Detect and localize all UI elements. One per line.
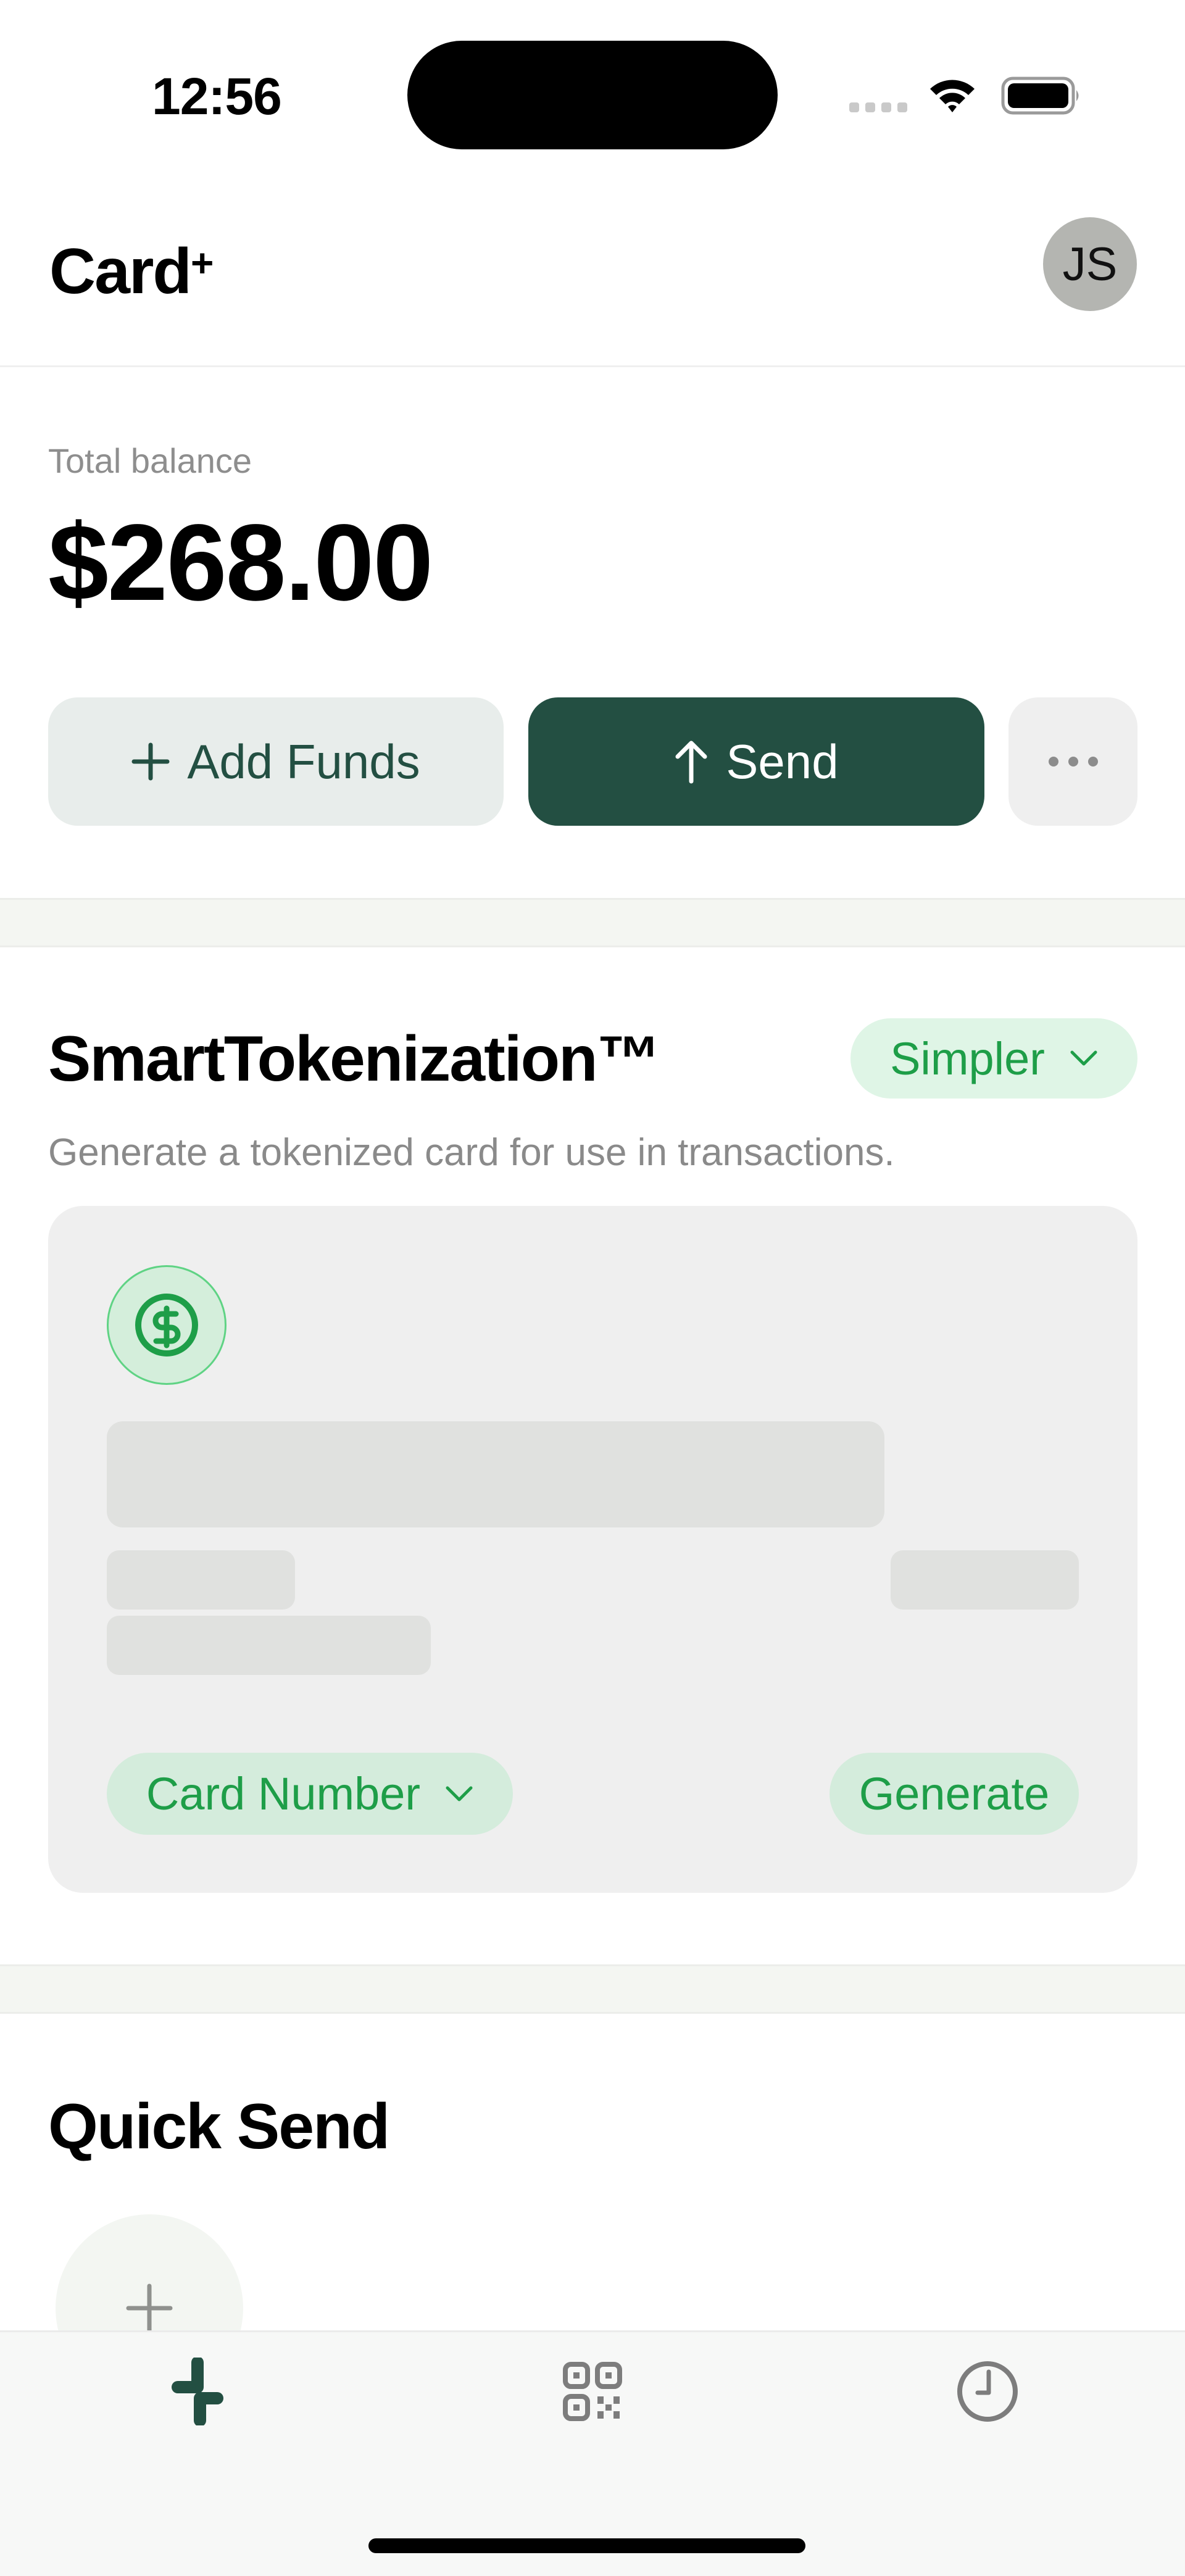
- balance-amount: $268.00: [48, 502, 433, 623]
- balance-label: Total balance: [48, 441, 252, 480]
- generate-label: Generate: [859, 1768, 1050, 1819]
- dollar-circle-icon: [107, 1265, 227, 1385]
- app-logo: Card+: [49, 231, 214, 312]
- card-label-placeholder: [107, 1550, 295, 1610]
- card-expiry-placeholder: [891, 1550, 1079, 1610]
- send-button[interactable]: Send: [528, 697, 984, 826]
- app-logo-plus: +: [190, 241, 214, 285]
- card-type-value: Card Number: [146, 1768, 421, 1819]
- plus-icon: [126, 2283, 173, 2333]
- card-type-selector[interactable]: Card Number: [107, 1753, 513, 1835]
- section-divider: [0, 1964, 1185, 2014]
- smart-tokenization-title: SmartTokenization™: [48, 1023, 661, 1095]
- mode-selector[interactable]: Simpler: [850, 1018, 1137, 1099]
- card-holder-placeholder: [107, 1616, 431, 1675]
- avatar[interactable]: JS: [1043, 217, 1137, 311]
- qr-code-icon: [563, 2362, 622, 2421]
- ellipsis-icon: [1048, 757, 1098, 767]
- add-funds-label: Add Funds: [187, 734, 420, 789]
- wifi-icon: [930, 80, 975, 112]
- dynamic-island: [407, 41, 778, 149]
- smart-tokenization-description: Generate a tokenized card for use in tra…: [48, 1131, 895, 1174]
- send-label: Send: [726, 734, 839, 789]
- battery-icon: [1001, 77, 1079, 115]
- tab-home[interactable]: [136, 2351, 259, 2432]
- tab-history[interactable]: [926, 2351, 1049, 2432]
- chevron-down-icon: [446, 1786, 473, 1801]
- home-indicator: [368, 2538, 805, 2553]
- header-divider: [0, 365, 1185, 367]
- status-time: 12:56: [152, 67, 282, 125]
- card-number-placeholder: [107, 1421, 884, 1527]
- card-plus-logo-icon: [172, 2358, 223, 2425]
- arrow-up-icon: [675, 741, 707, 784]
- more-button[interactable]: [1008, 697, 1137, 826]
- quick-send-title: Quick Send: [48, 2091, 390, 2163]
- generate-button[interactable]: Generate: [830, 1753, 1079, 1835]
- section-divider: [0, 898, 1185, 947]
- tab-scan[interactable]: [531, 2351, 654, 2432]
- mode-selector-value: Simpler: [890, 1032, 1045, 1084]
- cellular-signal-icon: [849, 102, 907, 112]
- chevron-down-icon: [1070, 1050, 1097, 1066]
- add-funds-button[interactable]: Add Funds: [48, 697, 504, 826]
- plus-icon: [131, 742, 170, 781]
- app-logo-text: Card: [49, 236, 192, 307]
- clock-icon: [957, 2361, 1018, 2422]
